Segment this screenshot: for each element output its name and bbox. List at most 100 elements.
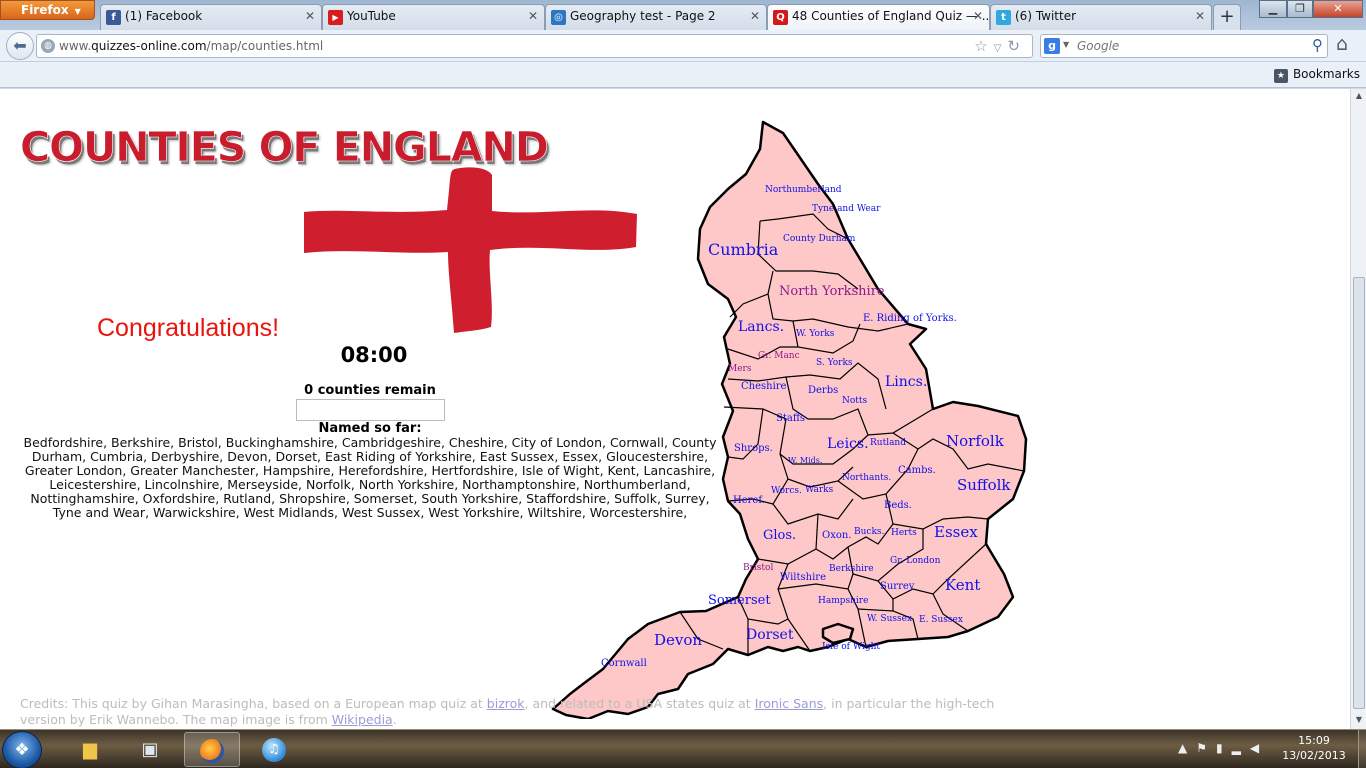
tab-counties-quiz[interactable]: Q 48 Counties of England Quiz — ... ✕	[767, 4, 990, 30]
close-icon[interactable]: ✕	[305, 9, 315, 23]
close-icon[interactable]: ✕	[750, 9, 760, 23]
scroll-down-arrow-icon[interactable]: ▼	[1353, 715, 1365, 727]
credits-text: Credits: This quiz by Gihan Marasingha, …	[20, 696, 1020, 728]
page-content: COUNTIES OF ENGLAND Congratulations! 08:…	[0, 89, 1350, 729]
map-label-worcs: Worcs.	[771, 486, 802, 496]
map-label-berkshire: Berkshire	[829, 564, 874, 574]
wikipedia-link[interactable]: Wikipedia	[332, 712, 393, 727]
windows-logo-icon: ❖	[14, 740, 30, 760]
close-icon[interactable]: ✕	[528, 9, 538, 23]
firefox-menu-button[interactable]: Firefox ▼	[0, 0, 95, 20]
tab-label: YouTube	[347, 9, 396, 23]
system-clock[interactable]: 15:09 13/02/2013	[1276, 733, 1352, 763]
site-identity-icon[interactable]: ◍	[41, 39, 55, 53]
url-path: /map/counties.html	[206, 39, 324, 53]
bookmark-star-icon[interactable]: ☆	[974, 37, 993, 55]
reload-icon[interactable]: ↻	[1007, 37, 1026, 55]
battery-icon[interactable]: ▮	[1216, 741, 1232, 755]
url-bar[interactable]: ◍ www.quizzes-online.com/map/counties.ht…	[36, 34, 1033, 58]
show-desktop-button[interactable]	[1358, 730, 1366, 768]
home-icon[interactable]: ⌂	[1336, 33, 1348, 55]
map-label-leics: Leics.	[827, 436, 869, 452]
network-icon[interactable]: ▂	[1232, 741, 1250, 755]
tab-facebook[interactable]: f (1) Facebook ✕	[100, 4, 322, 30]
history-dropdown-icon[interactable]: ▽	[994, 43, 1008, 54]
maximize-button[interactable]: ❐	[1287, 0, 1313, 18]
tab-label: (1) Facebook	[125, 9, 203, 23]
facebook-icon: f	[106, 10, 121, 25]
map-label-suffolk: Suffolk	[957, 476, 1011, 494]
url-text[interactable]: www.quizzes-online.com/map/counties.html	[59, 39, 323, 53]
map-label-northumberland: Northumberland	[765, 185, 842, 195]
map-label-cumbria: Cumbria	[708, 240, 779, 259]
search-icon[interactable]: ⚲	[1312, 36, 1323, 54]
map-label-south-yorks: S. Yorks	[816, 358, 853, 368]
back-arrow-icon: ⬅	[13, 36, 27, 55]
google-icon[interactable]: g	[1044, 38, 1060, 54]
map-label-kent: Kent	[945, 576, 980, 594]
tab-label: (6) Twitter	[1015, 9, 1077, 23]
chevron-down-icon: ▼	[74, 7, 81, 16]
credits-part: Credits: This quiz by Gihan Marasingha, …	[20, 696, 487, 711]
map-label-west-mids: W. Mids.	[788, 456, 822, 465]
vertical-scrollbar[interactable]: ▲ ▼	[1350, 89, 1366, 729]
map-label-devon: Devon	[654, 631, 702, 649]
chevron-down-icon[interactable]: ▼	[1063, 40, 1069, 49]
search-input[interactable]: Google	[1077, 39, 1119, 53]
taskbar-itunes[interactable]: ♫	[246, 732, 302, 767]
start-button[interactable]: ❖	[2, 731, 42, 768]
back-button[interactable]: ⬅	[6, 32, 34, 60]
firefox-menu-label: Firefox	[21, 3, 69, 17]
map-label-northants: Northants.	[842, 473, 891, 483]
map-label-dorset: Dorset	[746, 627, 794, 643]
tab-youtube[interactable]: ▶ YouTube ✕	[322, 4, 545, 30]
itunes-icon: ♫	[262, 738, 286, 762]
tab-label: 48 Counties of England Quiz — ...	[792, 9, 990, 23]
close-window-button[interactable]: ✕	[1313, 0, 1363, 18]
isle-of-wight	[821, 622, 855, 645]
windows-taskbar: ❖ ▆ ▣ ♫ ▲⚑▮▂◀ 15:09 13/02/2013	[0, 729, 1366, 768]
bizrok-link[interactable]: bizrok	[487, 696, 525, 711]
flag-icon[interactable]: ⚑	[1196, 741, 1216, 755]
map-label-staffs: Staffs	[776, 413, 805, 424]
bookmarks-button[interactable]: ★ Bookmarks	[1273, 67, 1360, 83]
search-bar[interactable]: g ▼ Google ⚲	[1040, 34, 1328, 58]
taskbar-window-app[interactable]: ▣	[122, 732, 178, 767]
map-label-norfolk: Norfolk	[946, 432, 1005, 450]
map-label-durham: County Durham	[783, 234, 856, 244]
scrollbar-thumb[interactable]	[1353, 277, 1365, 709]
answer-input[interactable]	[296, 399, 445, 421]
map-label-heref: Heref.	[733, 495, 765, 506]
twitter-icon: t	[996, 10, 1011, 25]
taskbar-firefox[interactable]	[184, 732, 240, 767]
close-icon[interactable]: ✕	[973, 9, 983, 23]
map-label-tyne-wear: Tyne and Wear	[812, 204, 881, 214]
minimize-button[interactable]: ▁	[1259, 0, 1287, 18]
credits-part: , and related to a USA states quiz at	[524, 696, 755, 711]
volume-icon[interactable]: ◀	[1250, 741, 1268, 755]
map-label-bucks: Bucks.	[854, 527, 885, 537]
map-label-lincs: Lincs.	[885, 374, 927, 390]
map-label-warks: Warks	[805, 485, 834, 495]
taskbar-explorer[interactable]: ▆	[62, 732, 118, 767]
tray-expand-icon[interactable]: ▲	[1178, 741, 1196, 755]
bookmarks-label: Bookmarks	[1292, 67, 1360, 81]
map-label-cambs: Cambs.	[898, 465, 936, 476]
bookmarks-bar: ★ Bookmarks	[0, 62, 1366, 88]
youtube-icon: ▶	[328, 10, 343, 25]
map-label-greater-london: Gr. London	[890, 556, 941, 566]
tab-label: Geography test - Page 2	[570, 9, 716, 23]
ironic-sans-link[interactable]: Ironic Sans	[755, 696, 823, 711]
scroll-up-arrow-icon[interactable]: ▲	[1353, 91, 1365, 103]
map-label-somerset: Somerset	[708, 593, 771, 608]
england-county-map: Northumberland Tyne and Wear County Durh…	[551, 120, 1028, 719]
map-label-wiltshire: Wiltshire	[780, 572, 826, 583]
map-label-west-sussex: W. Sussex	[867, 614, 912, 624]
tab-twitter[interactable]: t (6) Twitter ✕	[990, 4, 1212, 30]
map-label-derbs: Derbs	[808, 385, 838, 396]
map-label-east-riding: E. Riding of Yorks.	[863, 313, 957, 324]
map-label-lancs: Lancs.	[738, 319, 784, 335]
new-tab-button[interactable]: +	[1213, 4, 1241, 30]
close-icon[interactable]: ✕	[1195, 9, 1205, 23]
tab-geography-test[interactable]: ◎ Geography test - Page 2 ✕	[545, 4, 767, 30]
